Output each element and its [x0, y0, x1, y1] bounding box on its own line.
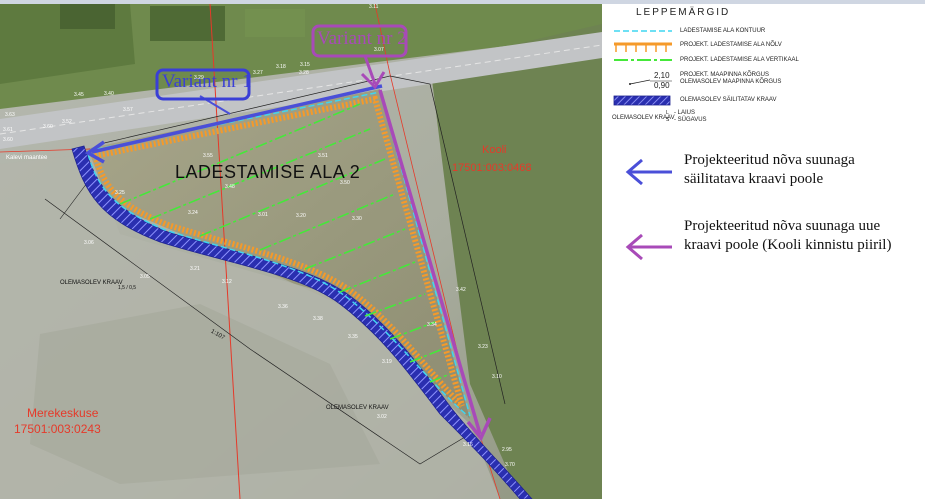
- arrow-note-variant-2: Projekteeritud nõva suunaga uue kraavi p…: [604, 217, 925, 277]
- blue-arrow-icon: [625, 158, 672, 186]
- deposit-area-title: LADESTAMISE ALA 2: [175, 162, 361, 182]
- ditch-dimension: 1,5 / 0,5: [118, 285, 137, 291]
- legend-item-ditch: OLEMASOLEV SÄILITATAV KRAAV: [612, 95, 776, 109]
- ditch-hatch-icon: [613, 95, 671, 106]
- map-view[interactable]: Variant nr 1 Variant nr 2 LADESTAMISE AL…: [0, 4, 602, 499]
- parcel-kooli-code: 17501:003:0468: [452, 162, 532, 174]
- arrow-note-variant-1: Projekteeritud nõva suunaga säilitatava …: [604, 149, 925, 199]
- vertical-line-icon: [614, 59, 672, 61]
- legend-title: LEPPEMÄRGID: [636, 7, 731, 18]
- variant-2-label: Variant nr 2: [317, 28, 407, 49]
- variant-1-label: Variant nr 1: [162, 71, 252, 92]
- legend-item-elevation: 2,10 0,90 PROJEKT. MAAPINNA KÕRGUS OLEMA…: [612, 70, 781, 92]
- tree-patch: [150, 6, 225, 41]
- road-label: Kalevi maantee: [6, 155, 48, 161]
- legend-item-contour: LADESTAMISE ALA KONTUUR: [612, 26, 765, 40]
- drawing-window: Variant nr 1 Variant nr 2 LADESTAMISE AL…: [0, 0, 925, 499]
- parcel-merekeskuse-name: Merekeskuse: [27, 406, 99, 420]
- legend-panel: LEPPEMÄRGID LADESTAMISE ALA KONTUUR PROJ…: [604, 4, 925, 499]
- slope-hatch-icon: [614, 42, 672, 52]
- purple-arrow-icon: [625, 233, 672, 261]
- ditch-label: OLEMASOLEV KRAAV: [326, 405, 389, 411]
- parcel-kooli-name: Kooli: [482, 144, 507, 156]
- parcel-merekeskuse-code: 17501:003:0243: [14, 422, 101, 436]
- legend-item-slope: PROJEKT. LADESTAMISE ALA NÕLV: [612, 40, 782, 54]
- contour-line-icon: [614, 30, 672, 32]
- legend-item-vertical: PROJEKT. LADESTAMISE ALA VERTIKAAL: [612, 55, 799, 69]
- ditch-label: OLEMASOLEV KRAAV: [60, 280, 123, 286]
